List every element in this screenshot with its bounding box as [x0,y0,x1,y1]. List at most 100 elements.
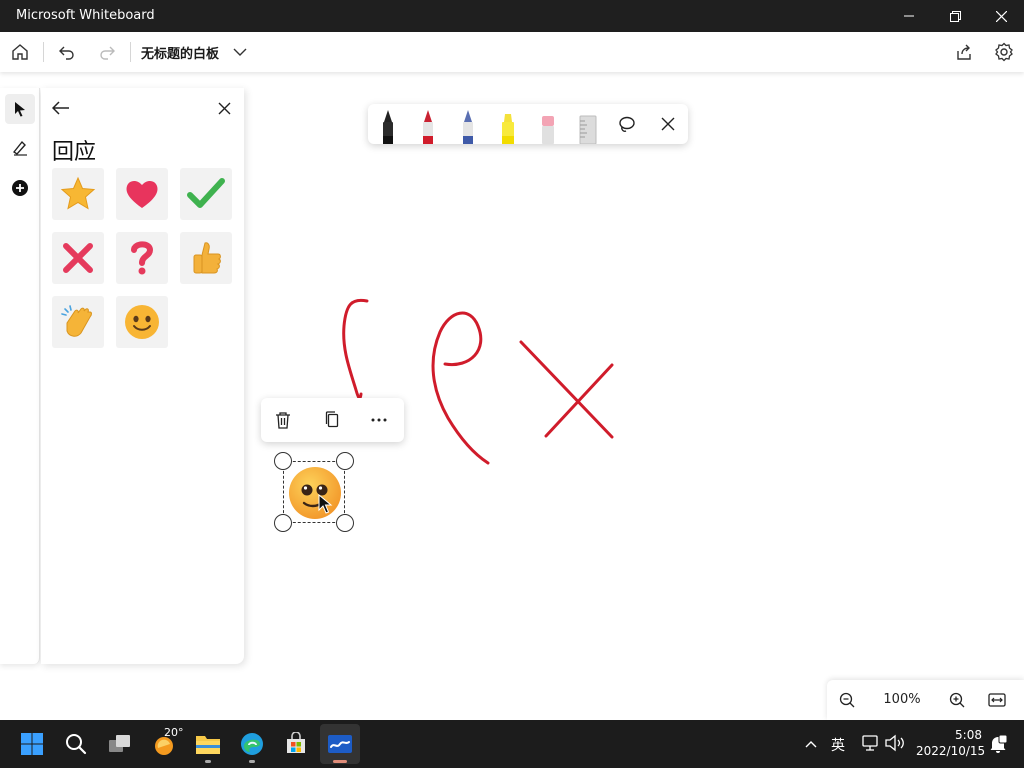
home-icon [12,44,28,60]
reaction-question[interactable] [116,232,168,284]
smile-icon [125,305,159,339]
reaction-thumbs-up[interactable] [180,232,232,284]
search-icon [66,734,87,755]
whiteboard-icon [328,735,352,753]
close-icon [218,102,230,114]
cross-icon [63,243,93,273]
lasso-icon[interactable] [617,115,637,135]
network-button[interactable] [860,734,880,754]
notification-icon [990,734,1008,753]
add-icon [12,180,28,196]
trash-icon [276,412,290,429]
select-tool-button[interactable] [5,94,35,124]
close-panel-button[interactable] [212,96,236,120]
resize-handle-top-left[interactable] [274,452,292,470]
home-button[interactable] [6,38,34,66]
arrow-left-icon [52,101,69,115]
reaction-heart[interactable] [116,168,168,220]
share-icon [957,44,971,60]
reaction-check[interactable] [180,168,232,220]
weather-widget[interactable]: 20° [144,724,184,764]
eraser-icon[interactable] [533,108,563,144]
divider [130,42,131,62]
zoom-controls: 100% [827,680,1024,720]
resize-handle-bottom-right[interactable] [336,514,354,532]
gear-icon [995,42,1013,62]
selection-box[interactable] [283,461,345,523]
reaction-cross[interactable] [52,232,104,284]
share-button[interactable] [950,38,978,66]
chevron-up-icon [805,741,817,748]
clock[interactable]: 5:08 2022/10/15 [916,726,985,762]
task-view-button[interactable] [100,724,140,764]
title-bar: Microsoft Whiteboard [0,0,1024,32]
zoom-out-icon [839,692,855,708]
smile-emoji-object[interactable] [287,465,343,521]
check-icon [187,178,225,208]
galaxy-pen-icon[interactable] [453,108,483,144]
thumbs-up-icon [193,242,221,274]
ime-indicator[interactable]: 英 [831,735,845,755]
star-icon [60,176,96,210]
running-indicator [249,760,255,763]
board-title-dropdown[interactable] [226,38,254,66]
add-content-button[interactable] [5,173,35,203]
app-toolbar: 无标题的白板 [0,32,1024,72]
back-button[interactable] [49,96,73,120]
chevron-down-icon [233,48,247,56]
resize-handle-bottom-left[interactable] [274,514,292,532]
active-indicator [333,760,347,763]
redo-icon [100,46,115,60]
network-icon [862,735,878,751]
search-button[interactable] [56,724,96,764]
red-pen-icon[interactable] [413,108,443,144]
redo-button[interactable] [93,38,121,66]
reactions-panel: 回应 [41,88,244,664]
zoom-in-icon [949,692,965,708]
temperature: 20° [164,726,184,739]
whiteboard-taskbar-button[interactable] [320,724,360,764]
zoom-out-button[interactable] [835,688,859,712]
inking-tool-button[interactable] [5,133,35,163]
task-view-icon [109,735,130,752]
zoom-level[interactable]: 100% [883,692,921,707]
notifications-button[interactable] [988,734,1008,754]
fit-screen-icon [988,693,1006,707]
minimize-icon [904,15,914,17]
reaction-clap[interactable] [52,296,104,348]
running-indicator [205,760,211,763]
restore-icon [949,10,961,22]
cursor-icon [15,102,25,117]
store-button[interactable] [276,724,316,764]
more-options-button[interactable] [365,406,393,434]
board-title[interactable]: 无标题的白板 [141,43,219,62]
file-explorer-button[interactable] [188,724,228,764]
volume-icon [885,734,904,752]
windows-logo-icon [21,733,43,755]
reaction-smile[interactable] [116,296,168,348]
copy-button[interactable] [318,406,346,434]
show-hidden-icons-button[interactable] [802,734,820,754]
edge-button[interactable] [232,724,272,764]
minimize-button[interactable] [886,0,932,32]
yellow-highlighter-icon[interactable] [493,108,523,144]
resize-handle-top-right[interactable] [336,452,354,470]
divider [43,42,44,62]
zoom-in-button[interactable] [945,688,969,712]
left-tool-rail [0,88,40,664]
restore-button[interactable] [932,0,978,32]
black-pen-icon[interactable] [373,108,403,144]
reaction-star[interactable] [52,168,104,220]
ruler-icon[interactable] [573,108,603,144]
settings-button[interactable] [990,38,1018,66]
undo-button[interactable] [53,38,81,66]
ink-stroke-f [342,298,369,400]
fit-to-screen-button[interactable] [985,688,1009,712]
volume-button[interactable] [884,734,906,754]
start-button[interactable] [12,724,52,764]
close-window-button[interactable] [978,0,1024,32]
close-icon[interactable] [661,117,675,131]
object-context-menu [261,398,404,442]
ink-stroke-e [431,311,490,465]
delete-button[interactable] [269,406,297,434]
